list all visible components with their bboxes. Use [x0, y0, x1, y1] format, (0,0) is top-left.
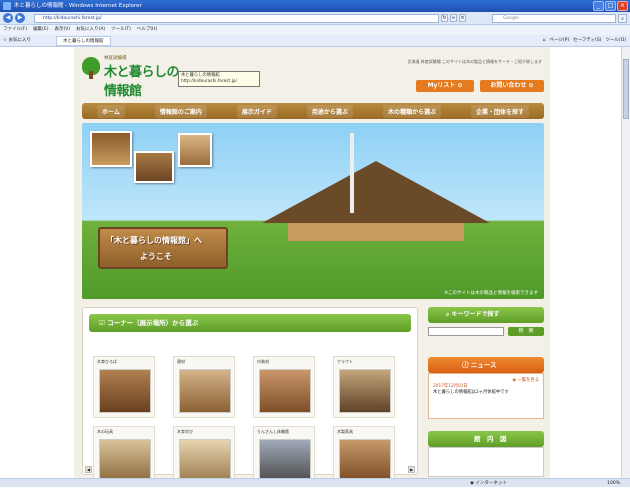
- page-viewport: 林産試験場 木と暮らしの情報館 木と暮らしの情報館 http://kidoura…: [0, 47, 621, 478]
- hero-caption: ※このサイトは木の製品と情報を検索できます: [444, 291, 538, 296]
- nav-woodtype[interactable]: 木の種類から選ぶ: [382, 104, 441, 118]
- corner-tile[interactable]: 内装材: [253, 356, 315, 418]
- tooltip: 木と暮らしの情報館 http://kidourashi.forest.jp/: [178, 71, 260, 87]
- nav-exhibit[interactable]: 展示ガイド: [236, 104, 277, 118]
- nav-company[interactable]: 企業・団体を探す: [470, 104, 529, 118]
- menu-view[interactable]: 表示(V): [54, 25, 70, 35]
- favorites-button[interactable]: ☆ お気に入り: [3, 35, 31, 47]
- address-bar: ◀ ▶ http://kidourashi.forest.jp/ ↻ ≈ × G…: [0, 12, 630, 25]
- trunk-icon: [89, 71, 93, 79]
- corner-title: ☑ コーナー（展示場所）から選ぶ: [89, 314, 411, 332]
- corner-tile[interactable]: りんさんし体験館: [253, 426, 315, 478]
- search-input[interactable]: Google: [492, 14, 616, 23]
- page-menu[interactable]: ページ(P): [549, 35, 569, 47]
- keyword-title: ⌕ キーワードで探す: [428, 307, 544, 323]
- building-image: [262, 161, 490, 241]
- corner-tile[interactable]: 木育学び: [173, 426, 235, 478]
- ie-icon: [3, 2, 11, 10]
- news-title: ⓘ ニュース: [428, 357, 544, 373]
- next-arrow-icon[interactable]: ▶: [408, 466, 415, 473]
- hero-photo-3: [178, 133, 212, 167]
- corner-tile[interactable]: クラフト: [333, 356, 395, 418]
- status-bar: ◉ インターネット 100%: [0, 478, 630, 487]
- stop-icon[interactable]: ×: [459, 14, 466, 22]
- hero-banner: 「木と暮らしの情報館」へ ようこそ ※このサイトは木の製品と情報を検索できます: [82, 123, 544, 299]
- corner-tile[interactable]: 木育ひろば: [93, 356, 155, 418]
- news-text[interactable]: 木と暮らしの情報館は2ヶ月休館中です: [433, 390, 539, 396]
- menu-file[interactable]: ファイル(F): [3, 25, 27, 35]
- nav-guide[interactable]: 情報館のご案内: [154, 104, 207, 118]
- keyword-search-button[interactable]: 検 索: [508, 327, 544, 336]
- refresh-icon[interactable]: ↻: [441, 14, 448, 22]
- url-input[interactable]: http://kidourashi.forest.jp/: [34, 14, 439, 23]
- search-icon[interactable]: ⌕: [618, 14, 627, 23]
- maximize-button[interactable]: □: [605, 1, 616, 11]
- menu-favorites[interactable]: お気に入り(A): [76, 25, 105, 35]
- back-icon[interactable]: ◀: [3, 13, 13, 23]
- nav-usage[interactable]: 用途から選ぶ: [306, 104, 353, 118]
- menu-edit[interactable]: 編集(E): [33, 25, 48, 35]
- menu-bar: ファイル(F) 編集(E) 表示(V) お気に入り(A) ツール(T) ヘルプ(…: [0, 25, 630, 35]
- corner-panel: ☑ コーナー（展示場所）から選ぶ 木育ひろば 建材 内装材 クラフト 木の玩具: [82, 307, 418, 478]
- rss-icon[interactable]: ≈: [450, 14, 457, 22]
- window-titlebar: 木と暮らしの情報館 - Windows Internet Explorer _ …: [0, 0, 630, 12]
- chimney-image: [350, 133, 354, 213]
- menu-tools[interactable]: ツール(T): [111, 25, 131, 35]
- vertical-scrollbar[interactable]: [621, 47, 630, 478]
- site-logo[interactable]: 林産試験場 木と暮らしの情報館: [82, 55, 182, 99]
- site-container: 林産試験場 木と暮らしの情報館 木と暮らしの情報館 http://kidoura…: [74, 47, 550, 478]
- contact-button[interactable]: お問い合わせ ⊙: [480, 80, 544, 92]
- logo-title: 木と暮らしの情報館: [104, 65, 180, 99]
- corner-tile[interactable]: 木の玩具: [93, 426, 155, 478]
- favorites-bar: ☆ お気に入り 木と暮らしの情報館 ⌂ ページ(P) セーフティ(S) ツール(…: [0, 35, 630, 47]
- minimize-button[interactable]: _: [593, 1, 604, 11]
- sidebar: ⌕ キーワードで探す 検 索 ⓘ ニュース ◉ 一覧を見る 2017年12月01…: [428, 307, 544, 477]
- hero-photo-2: [134, 151, 174, 183]
- menu-help[interactable]: ヘルプ(H): [137, 25, 157, 35]
- scroll-thumb[interactable]: [623, 59, 629, 119]
- forward-icon[interactable]: ▶: [15, 13, 25, 23]
- floor-map[interactable]: [428, 447, 544, 477]
- top-note: 北海道 林産試験場 このサイトは木の製品と情報をサーチ・ご紹介致します: [407, 59, 542, 64]
- nav-home[interactable]: ホーム: [97, 104, 125, 118]
- prev-arrow-icon[interactable]: ◀: [85, 466, 92, 473]
- close-button[interactable]: ×: [617, 1, 628, 11]
- map-title: 館 内 図: [428, 431, 544, 447]
- window-title: 木と暮らしの情報館 - Windows Internet Explorer: [14, 3, 142, 9]
- home-icon[interactable]: ⌂: [543, 35, 546, 47]
- global-nav: ホーム 情報館のご案内 展示ガイド 用途から選ぶ 木の種類から選ぶ 企業・団体を…: [82, 103, 544, 119]
- keyword-input[interactable]: [428, 327, 504, 336]
- safety-menu[interactable]: セーフティ(S): [573, 35, 601, 47]
- corner-tile[interactable]: 建材: [173, 356, 235, 418]
- mylist-button[interactable]: Myリスト ⊙: [416, 80, 474, 92]
- corner-tile[interactable]: 木製家具: [333, 426, 395, 478]
- browser-tab[interactable]: 木と暮らしの情報館: [56, 36, 111, 46]
- news-body: ◉ 一覧を見る 2017年12月01日 木と暮らしの情報館は2ヶ月休館中です: [428, 373, 544, 419]
- tools-menu[interactable]: ツール(O): [605, 35, 626, 47]
- welcome-sign: 「木と暮らしの情報館」へ ようこそ: [98, 227, 228, 269]
- hero-photo-1: [90, 131, 132, 167]
